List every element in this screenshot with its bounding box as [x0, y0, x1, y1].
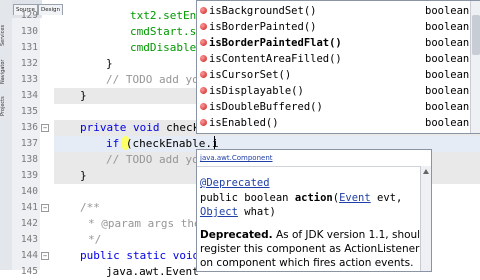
- completion-item-name: isCursorSet(): [209, 69, 292, 81]
- completion-item-name: isContentAreaFilled(): [209, 53, 342, 65]
- line-number: 129: [20, 10, 38, 21]
- fold-toggle[interactable]: −: [41, 252, 49, 260]
- signature-text: what): [237, 206, 276, 218]
- line-number: 141: [20, 202, 38, 213]
- code-line[interactable]: }: [106, 56, 113, 72]
- line-number: 142: [20, 218, 38, 229]
- code-line[interactable]: txt2.setEn: [130, 8, 196, 24]
- code-line[interactable]: }: [80, 168, 87, 184]
- javadoc-popup: java.awt.Component @Deprecated public bo…: [196, 149, 432, 272]
- description-text: on component which fires action events.: [200, 257, 414, 269]
- services-tab[interactable]: Services: [0, 25, 12, 46]
- line-number: 139: [20, 170, 38, 181]
- keyword: private void: [80, 121, 160, 134]
- code-text: check: [159, 121, 200, 134]
- navigator-tab[interactable]: Navigator: [0, 60, 12, 84]
- code-line[interactable]: java.awt.Event: [106, 264, 199, 280]
- code-line[interactable]: cmdStart.s: [130, 24, 196, 40]
- description-text: As of JDK version 1.1, should: [272, 229, 427, 241]
- signature-text: evt,: [370, 192, 403, 204]
- completion-item-type: boolean: [425, 101, 470, 113]
- line-number: 130: [20, 26, 38, 37]
- code-line[interactable]: public static void: [80, 248, 199, 264]
- method-signature: public boolean action(Event evt,: [200, 191, 402, 205]
- completion-item-type: boolean: [425, 37, 470, 49]
- line-number: 133: [20, 74, 38, 85]
- completion-item[interactable]: isBackgroundSet() boolean: [197, 3, 469, 19]
- completion-item[interactable]: isEnabled() boolean: [197, 115, 469, 131]
- object-link[interactable]: Object: [200, 206, 238, 218]
- method-name: action: [294, 192, 333, 204]
- completion-item-name: isEnabled(): [209, 117, 279, 129]
- method-icon: [200, 119, 207, 126]
- scroll-up-icon[interactable]: [423, 169, 429, 174]
- completion-item-type: boolean: [425, 21, 470, 33]
- line-number: 138: [20, 154, 38, 165]
- line-number: 134: [20, 90, 38, 101]
- line-number: 135: [20, 106, 38, 117]
- fold-toggle[interactable]: −: [41, 204, 49, 212]
- method-icon: [200, 55, 207, 62]
- method-icon: [200, 71, 207, 78]
- completion-item-type: boolean: [425, 117, 470, 129]
- completion-item[interactable]: isCursorSet() boolean: [197, 67, 469, 83]
- fold-toggle[interactable]: −: [41, 124, 49, 132]
- completion-item[interactable]: isContentAreaFilled() boolean: [197, 51, 469, 67]
- completion-item[interactable]: isDisplayable() boolean: [197, 83, 469, 99]
- completion-item-name: isDisplayable(): [209, 85, 304, 97]
- line-number: 137: [20, 138, 38, 149]
- completion-item-type: boolean: [425, 85, 470, 97]
- code-line[interactable]: // TODO add yo: [106, 72, 199, 88]
- completion-scrollbar[interactable]: [470, 1, 480, 133]
- code-line[interactable]: cmdDisable: [130, 40, 196, 56]
- code-completion-popup: isBackgroundSet() boolean isBorderPainted…: [196, 0, 480, 134]
- method-icon: [200, 87, 207, 94]
- line-number: 140: [20, 186, 38, 197]
- method-icon: [200, 7, 207, 14]
- event-link[interactable]: Event: [339, 192, 371, 204]
- completion-item-type: boolean: [425, 53, 470, 65]
- line-number: 131: [20, 42, 38, 53]
- projects-tab[interactable]: Projects: [0, 96, 12, 116]
- code-line[interactable]: }: [80, 88, 87, 104]
- code-line[interactable]: private void check: [80, 120, 199, 136]
- method-signature: Object what): [200, 205, 276, 219]
- completion-item[interactable]: isDoubleBuffered() boolean: [197, 99, 469, 115]
- completion-item-type: boolean: [425, 5, 470, 17]
- method-icon: [200, 103, 207, 110]
- deprecated-label: Deprecated.: [200, 229, 273, 241]
- completion-item-name: isBorderPainted(): [209, 21, 317, 33]
- annotation-link[interactable]: @Deprecated: [200, 176, 270, 190]
- line-number: 143: [20, 234, 38, 245]
- line-number: 144: [20, 250, 38, 261]
- completion-item-type: boolean: [425, 69, 470, 81]
- completion-item-name: isBorderPaintedFlat(): [209, 37, 342, 49]
- deprecation-text: Deprecated. As of JDK version 1.1, shoul…: [200, 228, 427, 242]
- code-line[interactable]: /**: [80, 200, 100, 216]
- completion-item[interactable]: isBorderPainted() boolean: [197, 19, 469, 35]
- javadoc-scrollbar[interactable]: [420, 166, 431, 271]
- completion-item[interactable]: isBorderPaintedFlat() boolean: [197, 35, 469, 51]
- code-line[interactable]: // TODO add yo: [106, 152, 199, 168]
- signature-text: public boolean: [200, 192, 295, 204]
- line-number: 132: [20, 58, 38, 69]
- text-caret: [214, 136, 215, 150]
- javadoc-header: java.awt.Component: [197, 150, 431, 167]
- scrollbar-thumb[interactable]: [472, 15, 480, 55]
- completion-item-name: isDoubleBuffered(): [209, 101, 323, 113]
- method-icon: [200, 23, 207, 30]
- tab-design-visible[interactable]: Design: [38, 4, 63, 15]
- code-line[interactable]: */: [88, 232, 101, 248]
- keyword: if: [106, 137, 120, 150]
- line-number: 145: [20, 266, 38, 277]
- method-icon: [200, 39, 207, 46]
- code-line[interactable]: * @param args the: [88, 216, 201, 232]
- line-number: 136: [20, 122, 38, 133]
- description-text: register this component as ActionListene…: [200, 243, 420, 255]
- completion-item-name: isBackgroundSet(): [209, 5, 317, 17]
- class-link[interactable]: java.awt.Component: [200, 154, 273, 162]
